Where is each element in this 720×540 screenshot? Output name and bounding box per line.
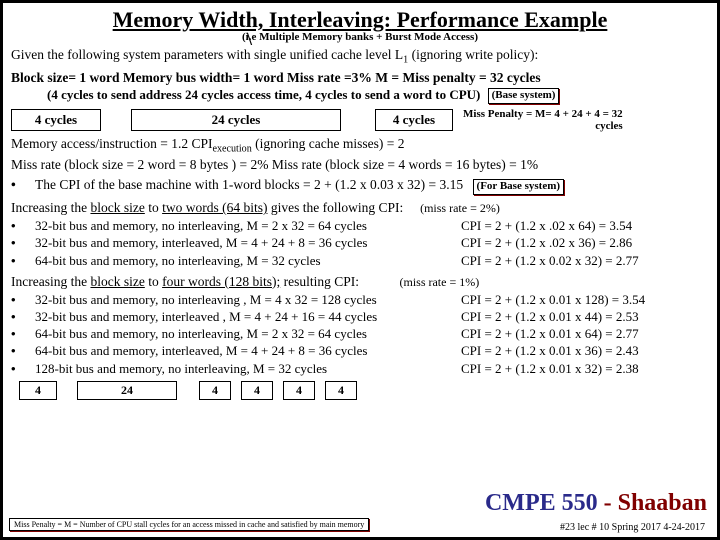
timing-box: 24 bbox=[77, 381, 177, 400]
slide-container: Memory Width, Interleaving: Performance … bbox=[0, 0, 720, 540]
cfg-row: •32-bit bus and memory, no interleaving,… bbox=[11, 218, 709, 234]
timing-diagram-2: 4 24 4 4 4 4 bbox=[19, 381, 709, 400]
pointer-glyph: \ bbox=[247, 29, 252, 50]
cfg-row: •64-bit bus and memory, no interleaving,… bbox=[11, 253, 709, 269]
cfg-row: •32-bit bus and memory, interleaved , M … bbox=[11, 309, 709, 325]
given-line: Given the following system parameters wi… bbox=[11, 47, 709, 67]
timing-box: 4 bbox=[241, 381, 273, 400]
bullet-icon: • bbox=[11, 177, 35, 195]
mem-access-line: Memory access/instruction = 1.2 CPIexecu… bbox=[11, 136, 709, 156]
bullet-icon: • bbox=[11, 292, 35, 308]
increase-4-words: Increasing the block size to four words … bbox=[11, 274, 709, 291]
increase-2-words: Increasing the block size to two words (… bbox=[11, 200, 709, 217]
cfg-row: •32-bit bus and memory, interleaved, M =… bbox=[11, 235, 709, 251]
slide-meta: #23 lec # 10 Spring 2017 4-24-2017 bbox=[560, 522, 705, 533]
timing-box: 4 bbox=[19, 381, 57, 400]
base-cpi-row: • The CPI of the base machine with 1-wor… bbox=[11, 177, 709, 195]
timing-box-word: 4 cycles bbox=[375, 109, 453, 131]
miss-rate-2pct: (miss rate = 2%) bbox=[420, 201, 500, 215]
footer-note-box: Miss Penalty = M = Number of CPU stall c… bbox=[9, 518, 369, 531]
cfg-row: •64-bit bus and memory, no interleaving,… bbox=[11, 326, 709, 342]
miss-penalty-note: Miss Penalty = M= 4 + 24 + 4 = 32 cycles bbox=[463, 108, 623, 132]
bullet-icon: • bbox=[11, 218, 35, 234]
timing-box-address: 4 cycles bbox=[11, 109, 101, 131]
course-label: CMPE 550 - Shaaban bbox=[485, 490, 707, 517]
timing-box: 4 bbox=[199, 381, 231, 400]
for-base-badge: (For Base system) bbox=[473, 179, 565, 195]
cfg-row: •32-bit bus and memory, no interleaving … bbox=[11, 292, 709, 308]
bullet-icon: • bbox=[11, 361, 35, 377]
bullet-icon: • bbox=[11, 253, 35, 269]
params-line-1: Block size= 1 word Memory bus width= 1 w… bbox=[11, 70, 709, 87]
timing-box-access: 24 cycles bbox=[131, 109, 341, 131]
title-part2: Performance Example bbox=[391, 7, 607, 32]
miss-rate-1pct: (miss rate = 1%) bbox=[399, 275, 479, 289]
cfg-row: •128-bit bus and memory, no interleaving… bbox=[11, 361, 709, 377]
miss-rates-line: Miss rate (block size = 2 word = 8 bytes… bbox=[11, 157, 709, 174]
base-system-badge: (Base system) bbox=[488, 88, 560, 104]
timing-box: 4 bbox=[325, 381, 357, 400]
bullet-icon: • bbox=[11, 309, 35, 325]
bullet-icon: • bbox=[11, 343, 35, 359]
params-line-2: (4 cycles to send address 24 cycles acce… bbox=[11, 87, 709, 105]
timing-diagram: 4 cycles 24 cycles 4 cycles Miss Penalty… bbox=[11, 108, 709, 132]
bullet-icon: • bbox=[11, 326, 35, 342]
bullet-icon: • bbox=[11, 235, 35, 251]
slide-title: Memory Width, Interleaving: Performance … bbox=[11, 7, 709, 33]
timing-box: 4 bbox=[283, 381, 315, 400]
cfg-row: •64-bit bus and memory, interleaved, M =… bbox=[11, 343, 709, 359]
